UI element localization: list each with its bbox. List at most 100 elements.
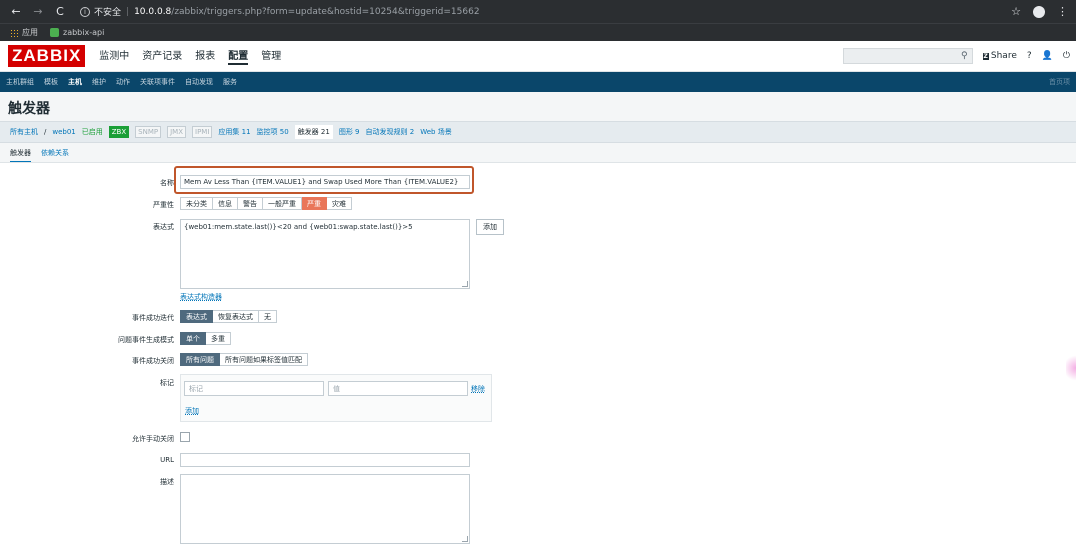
submenu-right-text[interactable]: 首页项 <box>1049 77 1070 87</box>
tag-name-input[interactable]: 标记 <box>184 381 324 396</box>
submenu-host-groups[interactable]: 主机群组 <box>6 77 34 87</box>
form-tabs: 触发器 依赖关系 <box>10 148 69 163</box>
ok-close-selector: 所有问题 所有问题如果标签值匹配 <box>180 353 308 366</box>
tab-trigger[interactable]: 触发器 <box>10 148 31 163</box>
ok-event-none[interactable]: 无 <box>259 310 277 323</box>
link-applications[interactable]: 应用集 11 <box>218 127 250 137</box>
url-input[interactable] <box>180 453 470 467</box>
menu-inventory[interactable]: 资产记录 <box>142 47 182 65</box>
share-button[interactable]: Z Share <box>982 51 1017 61</box>
url-label: URL <box>160 456 174 464</box>
problem-mode-label: 问题事件生成模式 <box>118 336 174 344</box>
decorative-glow <box>1066 353 1076 383</box>
severity-high[interactable]: 严重 <box>302 197 327 210</box>
user-profile-icon[interactable]: 👤 <box>1042 51 1053 61</box>
link-graphs[interactable]: 图形 9 <box>339 127 360 137</box>
manual-close-label: 允许手动关闭 <box>132 435 174 443</box>
zabbix-logo[interactable]: ZABBIX <box>8 45 86 67</box>
menu-configuration[interactable]: 配置 <box>228 47 249 65</box>
resize-handle-icon[interactable] <box>462 536 468 542</box>
zabbix-header: ZABBIX 监测中 资产记录 报表 配置 管理 ⚲ Z Share ? 👤 ⏻ <box>0 41 1076 72</box>
search-icon[interactable]: ⚲ <box>961 51 968 61</box>
share-label: Share <box>990 51 1017 61</box>
tags-table: 标记 值 移除 添加 <box>180 374 492 422</box>
expression-text: {web01:mem.state.last()}<20 and {web01:s… <box>184 223 413 231</box>
ok-event-gen-label: 事件成功迭代 <box>132 314 174 322</box>
add-expression-button[interactable]: 添加 <box>476 219 504 235</box>
trigger-form: 名称 Mem Av Less Than {ITEM.VALUE1} and Sw… <box>0 162 1076 544</box>
description-input[interactable] <box>180 474 470 544</box>
info-icon[interactable]: i <box>80 6 90 17</box>
submenu-actions[interactable]: 动作 <box>116 77 130 87</box>
link-web-scenarios[interactable]: Web 场景 <box>420 127 452 137</box>
breadcrumb: 所有主机 / web01 已启用 ZBX SNMP JMX IPMI 应用集 1… <box>0 121 1076 143</box>
name-input[interactable]: Mem Av Less Than {ITEM.VALUE1} and Swap … <box>180 175 470 189</box>
severity-information[interactable]: 信息 <box>213 197 238 210</box>
apps-icon[interactable] <box>10 28 18 37</box>
link-discovery-rules[interactable]: 自动发现规则 2 <box>366 127 415 137</box>
submenu-discovery[interactable]: 自动发现 <box>185 77 213 87</box>
reload-icon[interactable]: C <box>52 5 68 18</box>
submenu-templates[interactable]: 模板 <box>44 77 58 87</box>
search-input[interactable]: ⚲ <box>842 48 973 64</box>
link-items[interactable]: 监控项 50 <box>257 127 289 137</box>
name-label: 名称 <box>160 179 174 187</box>
ok-event-gen-selector: 表达式 恢复表达式 无 <box>180 310 277 323</box>
expression-builder-link[interactable]: 表达式构造器 <box>180 292 222 302</box>
severity-average[interactable]: 一般严重 <box>263 197 302 210</box>
ok-event-recovery-expression[interactable]: 恢复表达式 <box>213 310 259 323</box>
sub-menu: 主机群组 模板 主机 维护 动作 关联项事件 自动发现 服务 首页项 <box>0 72 1076 92</box>
browser-toolbar: ← → C i 不安全 | 10.0.0.8 /zabbix/triggers.… <box>0 0 1076 23</box>
submenu-hosts[interactable]: 主机 <box>68 77 82 87</box>
bookmark-apps[interactable]: 应用 <box>22 27 38 38</box>
menu-reports[interactable]: 报表 <box>195 47 215 65</box>
bookmarks-bar: 应用 zabbix-api <box>0 23 1076 41</box>
problem-mode-single[interactable]: 单个 <box>180 332 206 345</box>
url-separator: | <box>126 6 130 17</box>
add-tag-link[interactable]: 添加 <box>185 406 199 416</box>
tag-ipmi: IPMI <box>192 126 213 138</box>
url-host: 10.0.0.8 <box>134 6 172 17</box>
menu-monitoring[interactable]: 监测中 <box>99 47 129 65</box>
remove-tag-link[interactable]: 移除 <box>471 384 485 394</box>
severity-selector: 未分类 信息 警告 一般严重 严重 灾难 <box>180 197 352 210</box>
star-icon[interactable]: ☆ <box>1011 5 1021 18</box>
main-menu: 监测中 资产记录 报表 配置 管理 <box>99 47 281 65</box>
profile-icon[interactable] <box>1033 5 1045 18</box>
severity-not-classified[interactable]: 未分类 <box>180 197 213 210</box>
insecure-label: 不安全 <box>94 8 122 18</box>
tag-jmx: JMX <box>167 126 187 138</box>
breadcrumb-separator: / <box>44 128 47 136</box>
ok-close-all-problems[interactable]: 所有问题 <box>180 353 220 366</box>
breadcrumb-host[interactable]: web01 <box>52 128 75 136</box>
menu-administration[interactable]: 管理 <box>261 47 281 65</box>
more-icon[interactable]: ⋮ <box>1057 5 1068 18</box>
ok-close-label: 事件成功关闭 <box>132 357 174 365</box>
page-title: 触发器 <box>8 101 50 117</box>
address-bar[interactable]: i 不安全 | 10.0.0.8 /zabbix/triggers.php?fo… <box>80 5 480 18</box>
resize-handle-icon[interactable] <box>462 281 468 287</box>
link-triggers[interactable]: 触发器 21 <box>294 125 333 139</box>
description-label: 描述 <box>160 478 174 486</box>
submenu-services[interactable]: 服务 <box>223 77 237 87</box>
submenu-event-correlation[interactable]: 关联项事件 <box>140 77 175 87</box>
bookmark-zabbix-api[interactable]: zabbix-api <box>63 28 104 37</box>
ok-event-expression[interactable]: 表达式 <box>180 310 213 323</box>
severity-warning[interactable]: 警告 <box>238 197 263 210</box>
expression-input[interactable]: {web01:mem.state.last()}<20 and {web01:s… <box>180 219 470 289</box>
zabbix-favicon-icon <box>50 28 59 37</box>
problem-mode-multiple[interactable]: 多重 <box>206 332 231 345</box>
tag-value-input[interactable]: 值 <box>328 381 468 396</box>
host-status[interactable]: 已启用 <box>82 127 103 137</box>
submenu-maintenance[interactable]: 维护 <box>92 77 106 87</box>
ok-close-tag-match[interactable]: 所有问题如果标签值匹配 <box>220 353 308 366</box>
logout-icon[interactable]: ⏻ <box>1063 51 1070 61</box>
help-button[interactable]: ? <box>1027 51 1032 61</box>
manual-close-checkbox[interactable] <box>180 432 190 442</box>
severity-disaster[interactable]: 灾难 <box>327 197 352 210</box>
tab-dependencies[interactable]: 依赖关系 <box>41 148 69 163</box>
breadcrumb-all-hosts[interactable]: 所有主机 <box>10 127 38 137</box>
tag-zbx: ZBX <box>108 126 130 138</box>
back-icon[interactable]: ← <box>8 5 24 18</box>
forward-icon[interactable]: → <box>30 5 46 18</box>
